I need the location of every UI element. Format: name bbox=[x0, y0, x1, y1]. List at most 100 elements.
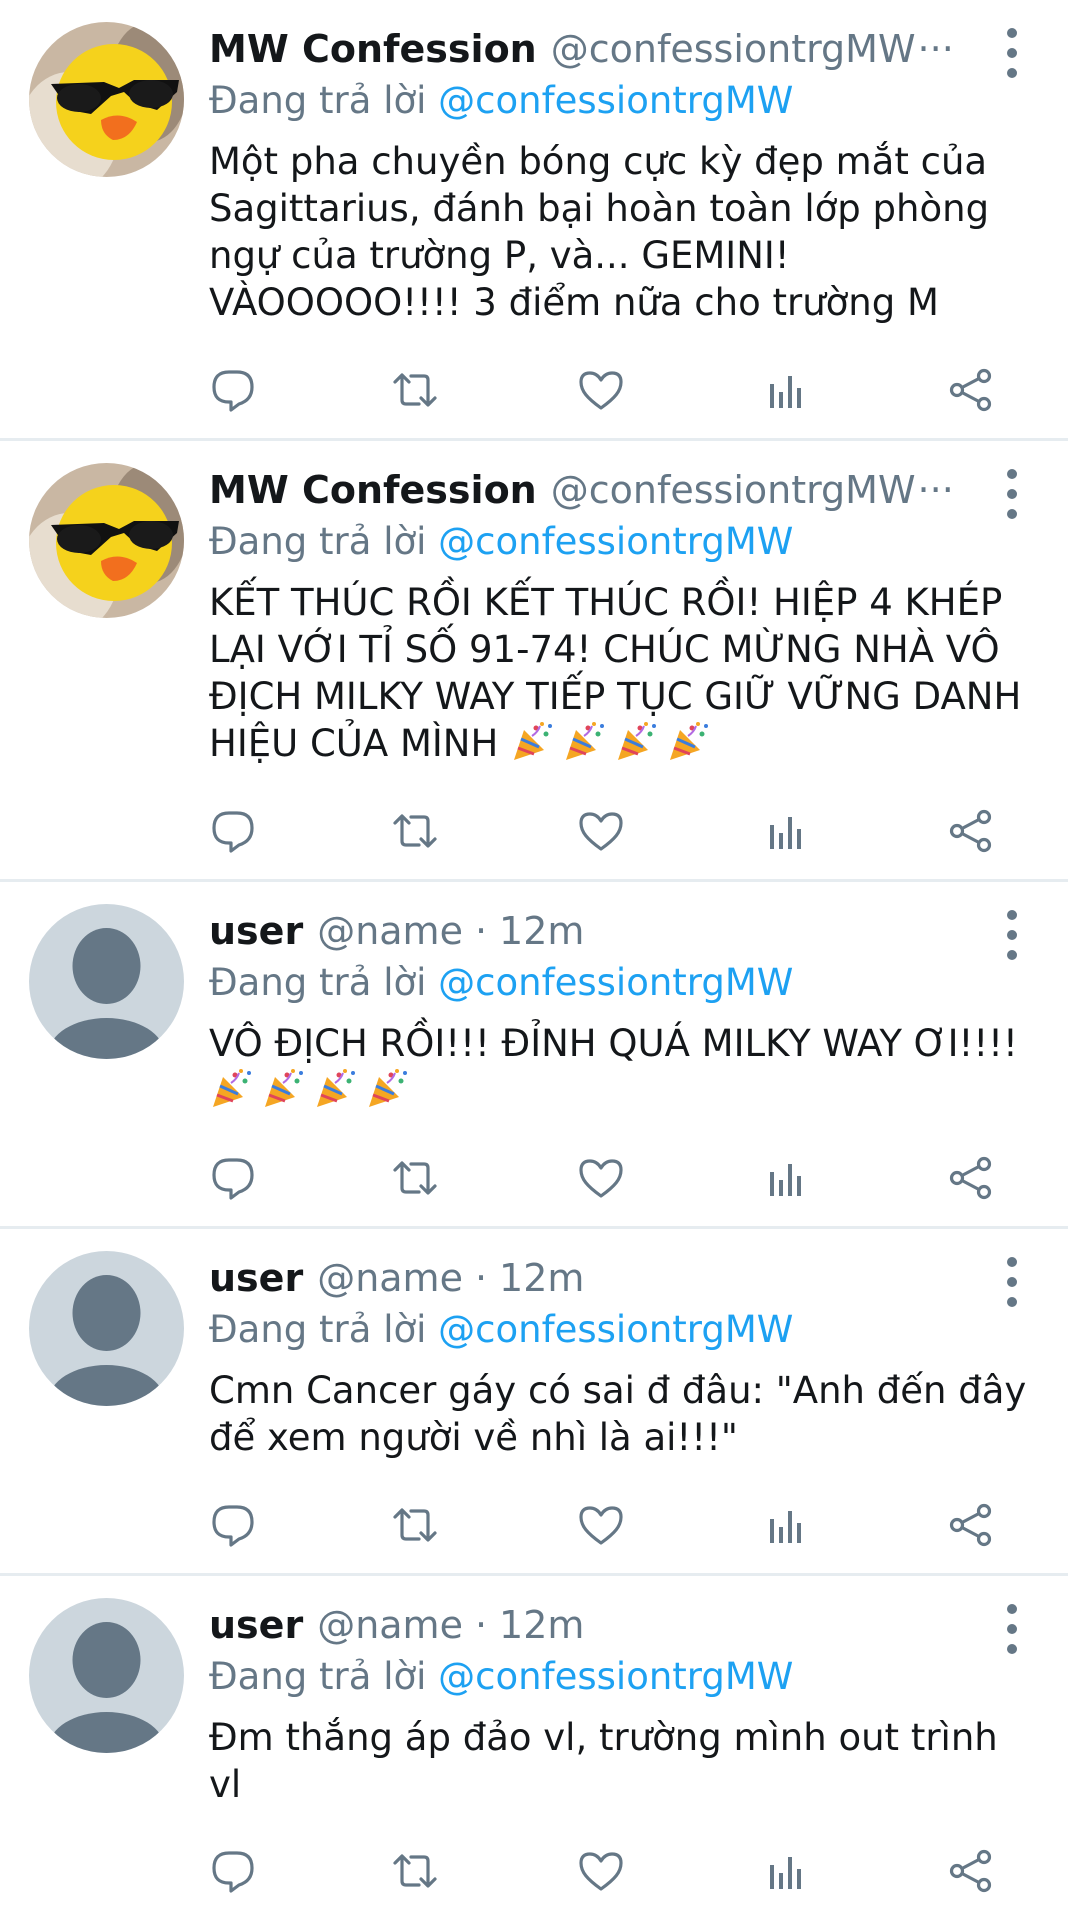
more-vertical-icon[interactable] bbox=[1000, 1257, 1024, 1307]
separator-dot: · bbox=[474, 1603, 488, 1647]
analytics-icon bbox=[770, 1511, 801, 1543]
tweet-text-content: VÔ ĐỊCH RỒI!!! ĐỈNH QUÁ MILKY WAY ƠI!!!! bbox=[209, 1022, 1030, 1065]
retweet-icon bbox=[393, 1508, 437, 1542]
reply-button[interactable] bbox=[203, 1495, 263, 1555]
party-popper-icon bbox=[213, 1069, 251, 1107]
more-vertical-icon[interactable] bbox=[1000, 469, 1024, 519]
tweet-content: MW Confession @confessiontrgMW ··· Đang … bbox=[209, 463, 1038, 767]
avatar[interactable] bbox=[29, 1251, 184, 1406]
reply-prefix: Đang trả lời bbox=[209, 520, 439, 563]
share-icon bbox=[949, 1156, 992, 1200]
share-button[interactable] bbox=[941, 801, 1001, 861]
reply-mention-link[interactable]: @confessiontrgMW bbox=[438, 79, 793, 122]
reply-mention-link[interactable]: @confessiontrgMW bbox=[438, 961, 793, 1004]
views-button[interactable] bbox=[756, 1841, 816, 1901]
reply-context: Đang trả lời @confessiontrgMW bbox=[209, 1305, 1038, 1355]
retweet-button[interactable] bbox=[385, 801, 445, 861]
tweet-content: user @name · 12m Đang trả lời @confessio… bbox=[209, 1598, 1038, 1808]
tweet-content: user @name · 12m Đang trả lời @confessio… bbox=[209, 904, 1038, 1114]
tweet[interactable]: user @name · 12m Đang trả lời @confessio… bbox=[0, 882, 1068, 1229]
share-button[interactable] bbox=[941, 360, 1001, 420]
share-icon bbox=[949, 809, 992, 853]
views-button[interactable] bbox=[756, 360, 816, 420]
tweet-header: user @name · 12m bbox=[209, 1598, 1038, 1652]
reply-mention-link[interactable]: @confessiontrgMW bbox=[438, 1308, 793, 1351]
like-button[interactable] bbox=[571, 1148, 631, 1208]
user-handle[interactable]: @confessiontrgMW bbox=[551, 22, 916, 76]
reply-context: Đang trả lời @confessiontrgMW bbox=[209, 1652, 1038, 1702]
more-vertical-icon[interactable] bbox=[1000, 910, 1024, 960]
tweet-actions bbox=[200, 360, 1000, 420]
tweet-header: MW Confession @confessiontrgMW ··· bbox=[209, 463, 1038, 517]
tweet[interactable]: MW Confession @confessiontrgMW ··· Đang … bbox=[0, 441, 1068, 882]
more-vertical-icon[interactable] bbox=[1000, 1604, 1024, 1654]
like-button[interactable] bbox=[571, 801, 631, 861]
reply-prefix: Đang trả lời bbox=[209, 961, 439, 1004]
party-popper-icon bbox=[265, 1069, 303, 1107]
retweet-button[interactable] bbox=[385, 1841, 445, 1901]
user-handle[interactable]: @confessiontrgMW bbox=[551, 463, 916, 517]
display-name[interactable]: MW Confession bbox=[209, 22, 537, 76]
user-handle[interactable]: @name bbox=[317, 1251, 463, 1305]
share-button[interactable] bbox=[941, 1495, 1001, 1555]
party-popper-icon bbox=[317, 1069, 355, 1107]
avatar[interactable] bbox=[29, 22, 184, 177]
share-icon bbox=[949, 368, 992, 412]
tweet[interactable]: user @name · 12m Đang trả lời @confessio… bbox=[0, 1229, 1068, 1576]
user-handle[interactable]: @name bbox=[317, 904, 463, 958]
tweet-text: Cmn Cancer gáy có sai đ đâu: "Anh đến đâ… bbox=[209, 1369, 1039, 1459]
avatar[interactable] bbox=[29, 463, 184, 618]
party-popper-icon bbox=[369, 1069, 407, 1107]
retweet-button[interactable] bbox=[385, 1148, 445, 1208]
reply-mention-link[interactable]: @confessiontrgMW bbox=[438, 1655, 793, 1698]
reply-button[interactable] bbox=[203, 801, 263, 861]
heart-icon bbox=[579, 812, 623, 851]
avatar[interactable] bbox=[29, 1598, 184, 1753]
party-popper-icon bbox=[514, 722, 553, 760]
reply-button[interactable] bbox=[203, 1841, 263, 1901]
like-button[interactable] bbox=[571, 1841, 631, 1901]
handle-truncation: ··· bbox=[917, 27, 954, 71]
display-name[interactable]: user bbox=[209, 904, 303, 958]
share-button[interactable] bbox=[941, 1148, 1001, 1208]
reply-button[interactable] bbox=[203, 360, 263, 420]
views-button[interactable] bbox=[756, 1495, 816, 1555]
tweet[interactable]: MW Confession @confessiontrgMW ··· Đang … bbox=[0, 0, 1068, 441]
share-button[interactable] bbox=[941, 1841, 1001, 1901]
party-popper-icon bbox=[670, 722, 709, 760]
tweet-feed: MW Confession @confessiontrgMW ··· Đang … bbox=[0, 0, 1068, 1920]
reply-button[interactable] bbox=[203, 1148, 263, 1208]
views-button[interactable] bbox=[756, 1148, 816, 1208]
avatar[interactable] bbox=[29, 904, 184, 1059]
retweet-button[interactable] bbox=[385, 1495, 445, 1555]
tweet-actions bbox=[200, 801, 1000, 861]
reply-context: Đang trả lời @confessiontrgMW bbox=[209, 517, 1038, 567]
tweet-timestamp[interactable]: 12m bbox=[499, 1251, 584, 1305]
heart-icon bbox=[579, 371, 623, 410]
emoji-row bbox=[510, 722, 718, 765]
reply-prefix: Đang trả lời bbox=[209, 1655, 439, 1698]
analytics-icon bbox=[770, 1857, 801, 1889]
analytics-icon bbox=[770, 1164, 801, 1196]
share-icon bbox=[949, 1503, 992, 1547]
tweet-actions bbox=[200, 1841, 1000, 1901]
user-handle[interactable]: @name bbox=[317, 1598, 463, 1652]
reply-mention-link[interactable]: @confessiontrgMW bbox=[438, 520, 793, 563]
retweet-button[interactable] bbox=[385, 360, 445, 420]
display-name[interactable]: user bbox=[209, 1598, 303, 1652]
analytics-icon bbox=[770, 376, 801, 408]
handle-truncation: ··· bbox=[917, 468, 954, 512]
display-name[interactable]: user bbox=[209, 1251, 303, 1305]
like-button[interactable] bbox=[571, 360, 631, 420]
tweet-content: user @name · 12m Đang trả lời @confessio… bbox=[209, 1251, 1038, 1461]
tweet-timestamp[interactable]: 12m bbox=[499, 1598, 584, 1652]
tweet[interactable]: user @name · 12m Đang trả lời @confessio… bbox=[0, 1576, 1068, 1920]
default-user-avatar bbox=[29, 1251, 184, 1406]
reply-context: Đang trả lời @confessiontrgMW bbox=[209, 76, 1038, 126]
like-button[interactable] bbox=[571, 1495, 631, 1555]
display-name[interactable]: MW Confession bbox=[209, 463, 537, 517]
more-vertical-icon[interactable] bbox=[1000, 28, 1024, 78]
tweet-timestamp[interactable]: 12m bbox=[499, 904, 584, 958]
reply-context: Đang trả lời @confessiontrgMW bbox=[209, 958, 1038, 1008]
views-button[interactable] bbox=[756, 801, 816, 861]
